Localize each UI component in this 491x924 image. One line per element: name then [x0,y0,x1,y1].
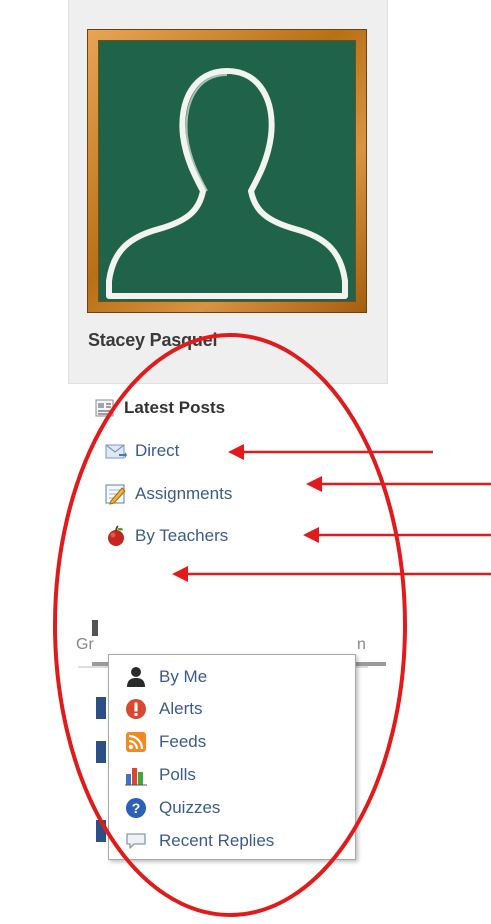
assignment-pencil-icon [105,483,127,505]
background-panel-fragment-left: Gr [76,636,94,653]
menu-item-polls[interactable]: Polls [125,761,196,789]
avatar[interactable] [98,40,356,302]
annotation-arrowhead [306,476,322,492]
svg-text:?: ? [132,800,141,816]
alert-icon [125,698,147,720]
menu-item-alerts[interactable]: Alerts [125,695,202,723]
annotation-arrowhead [172,566,188,582]
menu-item-feeds[interactable]: Feeds [125,728,206,756]
polls-label: Polls [159,765,196,784]
by-me-label: By Me [159,667,208,686]
more-dropdown-menu: By Me Alerts Feeds Polls ? Quizzes Recen… [108,654,356,860]
annotation-arrowhead [303,527,319,543]
latest-posts-by-teachers-link[interactable]: By Teachers [105,523,228,549]
latest-posts-title: Latest Posts [124,398,226,417]
menu-item-recent-replies[interactable]: Recent Replies [125,827,274,855]
envelope-icon [105,440,127,462]
direct-label: Direct [135,441,180,460]
feeds-label: Feeds [159,732,207,751]
assignments-label: Assignments [135,484,233,503]
background-item-marker [96,820,106,842]
quizzes-label: Quizzes [159,798,221,817]
alerts-label: Alerts [159,699,203,718]
latest-posts-icon [95,398,115,418]
background-panel-fragment-right: n [357,636,366,653]
speech-bubble-icon [125,830,147,852]
apple-icon [105,525,127,547]
menu-item-quizzes[interactable]: ? Quizzes [125,794,220,822]
latest-posts-direct-link[interactable]: Direct [105,438,179,464]
person-icon [125,666,147,688]
recent-replies-label: Recent Replies [159,831,275,850]
by-teachers-label: By Teachers [135,526,229,545]
background-panel-edge [92,620,98,636]
background-item-marker [96,741,106,763]
menu-item-by-me[interactable]: By Me [125,663,207,691]
default-avatar-silhouette-icon [106,68,348,299]
latest-posts-assignments-link[interactable]: Assignments [105,481,232,507]
question-icon: ? [125,797,147,819]
annotation-arrowhead [228,444,244,460]
rss-feed-icon [125,731,147,753]
bar-chart-icon [125,764,147,786]
background-item-marker [96,697,106,719]
profile-name[interactable]: Stacey Pasquel [88,330,217,351]
